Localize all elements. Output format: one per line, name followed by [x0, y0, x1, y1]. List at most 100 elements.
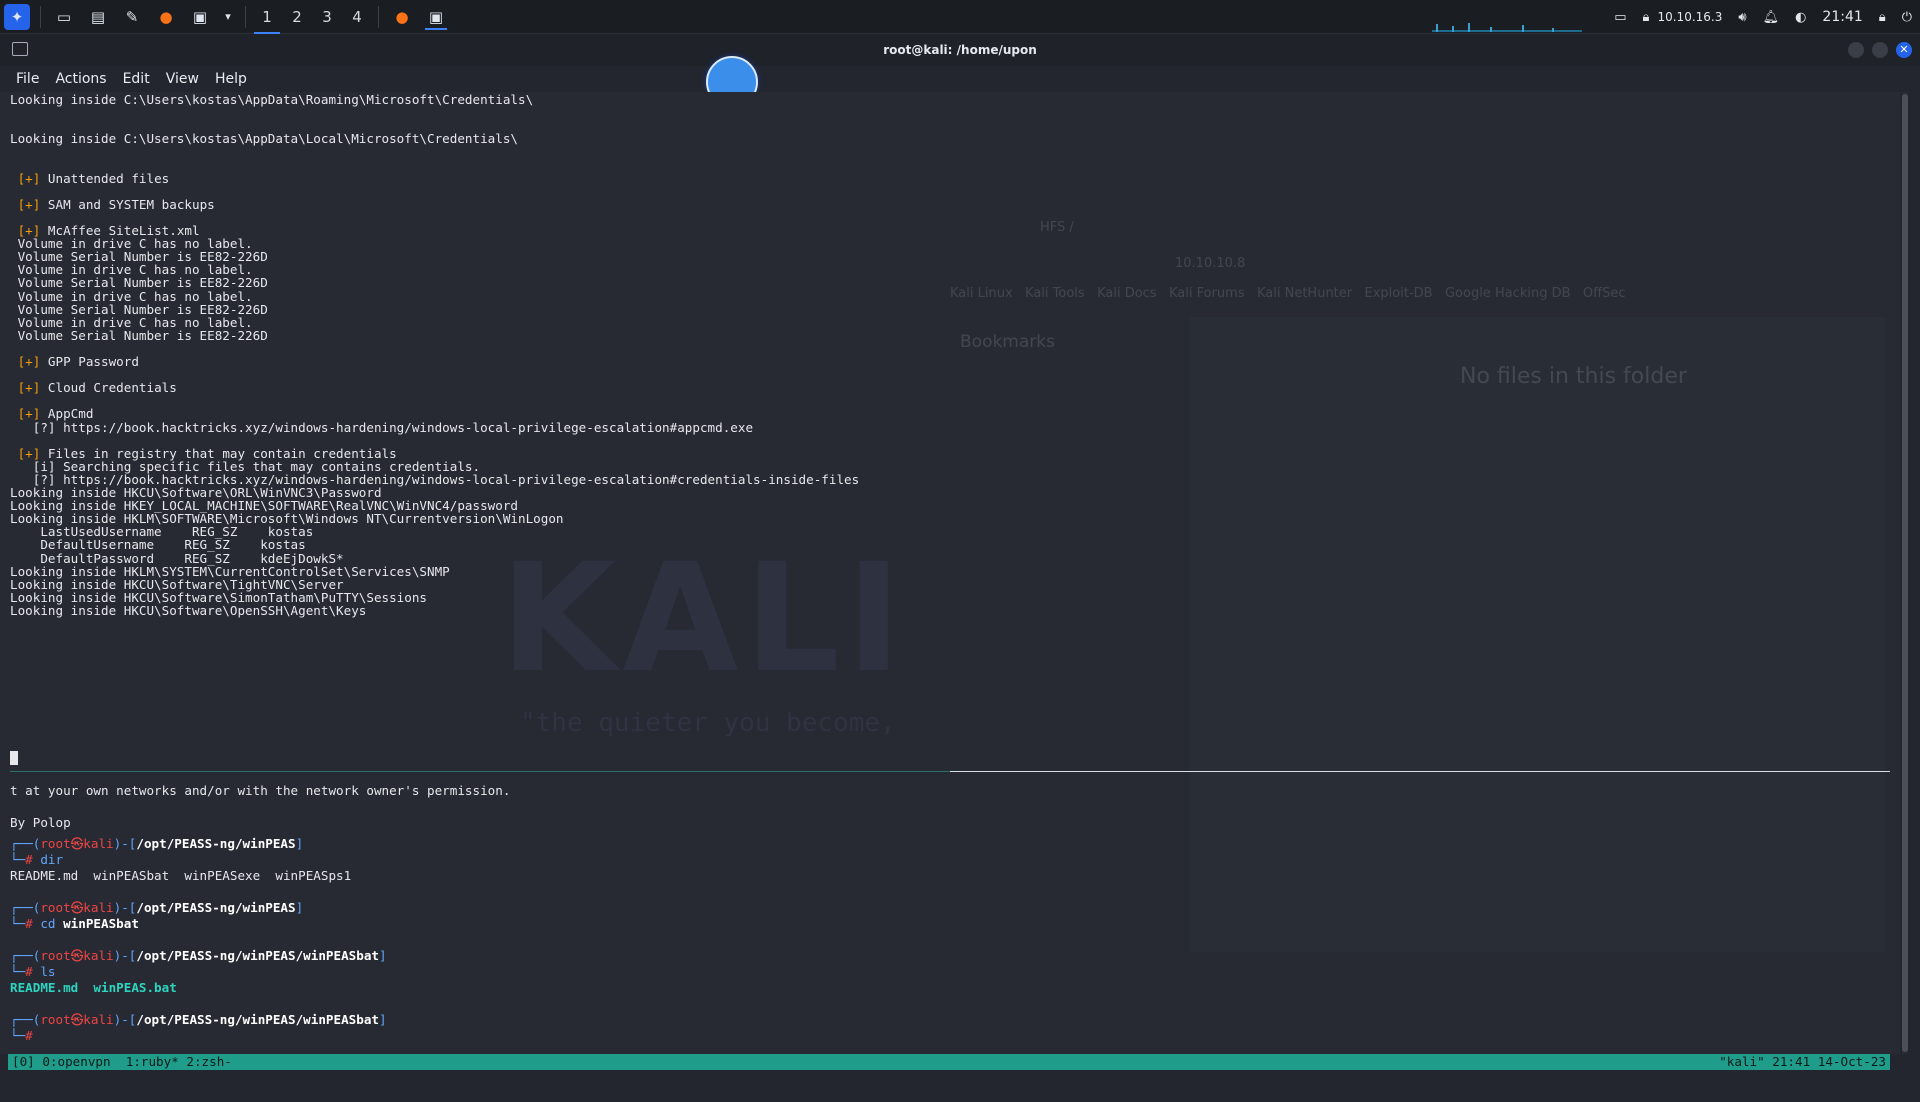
command-line: └─# cd winPEASbat	[10, 916, 139, 932]
terminal-window-icon[interactable]: ▣	[423, 4, 449, 30]
file-manager-icon[interactable]: ▤	[85, 4, 111, 30]
logout-icon[interactable]: ⏻	[1902, 10, 1912, 25]
menu-file[interactable]: File	[8, 71, 47, 87]
menu-edit[interactable]: Edit	[115, 71, 158, 87]
terminal-line: Volume Serial Number is EE82-226D	[10, 328, 268, 344]
menu-actions[interactable]: Actions	[47, 71, 114, 87]
terminal-line: Looking inside C:\Users\kostas\AppData\L…	[10, 131, 518, 147]
terminal-line: [+] Cloud Credentials	[10, 380, 177, 396]
terminal-icon[interactable]: ▣	[187, 4, 213, 30]
prompt-bracket: ┌──(	[10, 900, 41, 915]
prompt-bracket: ┌──(	[10, 1012, 41, 1027]
screen-icon[interactable]: ▭	[1614, 10, 1626, 25]
minimize-button[interactable]	[1848, 42, 1864, 58]
close-button[interactable]: ✕	[1896, 42, 1912, 58]
vpn-lock-icon[interactable]: 🔒︎	[1643, 10, 1650, 25]
terminal-line: [?] https://book.hacktricks.xyz/windows-…	[10, 420, 753, 436]
prompt-bracket: ]	[295, 900, 304, 915]
scrollbar-thumb[interactable]	[1902, 94, 1908, 1052]
taskbar-separator	[40, 5, 41, 28]
workspace-4[interactable]: 4	[342, 0, 372, 34]
status-marker: [+]	[10, 380, 41, 396]
terminal-line: [+] SAM and SYSTEM backups	[10, 197, 215, 213]
taskbar-separator	[245, 5, 246, 28]
terminal-line: Looking inside C:\Users\kostas\AppData\R…	[10, 92, 533, 108]
prompt-user: root	[40, 836, 71, 851]
prompt-path: /opt/PEASS-ng/winPEAS	[136, 836, 296, 851]
prompt-bracket: ┌──(	[10, 836, 41, 851]
prompt-bracket: └─	[10, 964, 26, 979]
ghost-bookmarks-bar: Kali Linux Kali Tools Kali Docs Kali For…	[950, 286, 1626, 301]
terminal-line-text: GPP Password	[40, 354, 139, 369]
prompt-at: ㉿	[70, 948, 84, 963]
terminal-line-text: SAM and SYSTEM backups	[40, 196, 215, 212]
command-text: dir	[40, 852, 64, 867]
workspace-3[interactable]: 3	[312, 0, 342, 34]
terminal-line-text: Unattended files	[40, 170, 170, 186]
command-line: └─# dir	[10, 852, 63, 868]
command-arg: winPEASbat	[63, 916, 139, 931]
prompt-at: ㉿	[70, 900, 84, 915]
taskbar-separator	[378, 5, 379, 28]
prompt-line: ┌──(root㉿kali)-[/opt/PEASS-ng/winPEAS]	[10, 836, 303, 852]
taskbar: ✦ ▭ ▤ ✎ ● ▣ ▾ 1 2 3 4 ● ▣ ▭ 🔒︎ 10.10.16.…	[0, 0, 1920, 34]
prompt-bracket: )-[	[113, 836, 137, 851]
command-output: README.md winPEAS.bat	[10, 980, 177, 995]
wallpaper-quote: "the quieter you become,	[520, 708, 896, 738]
workspace-2[interactable]: 2	[282, 0, 312, 34]
ghost-url: 10.10.10.8	[1175, 256, 1246, 271]
prompt-at: ㉿	[70, 1012, 84, 1027]
terminal-line-text: Looking inside C:\Users\kostas\AppData\R…	[10, 92, 534, 107]
prompt-bracket: └─	[10, 852, 26, 867]
maximize-button[interactable]	[1872, 42, 1888, 58]
command-text: ls	[40, 964, 56, 979]
volume-icon[interactable]: 🔊︎	[1738, 10, 1746, 25]
prompt-bracket: └─	[10, 1028, 26, 1043]
command-output: README.md winPEASbat winPEASexe winPEASp…	[10, 868, 352, 883]
chevron-down-icon[interactable]: ▾	[221, 4, 235, 30]
window-app-icon	[12, 42, 28, 56]
terminal-line-text: Cloud Credentials	[40, 380, 177, 396]
prompt-path: /opt/PEASS-ng/winPEAS/winPEASbat	[136, 948, 380, 963]
ghost-bookmarks-title: Bookmarks	[960, 332, 1055, 352]
text-editor-icon[interactable]: ✎	[119, 4, 145, 30]
menubar: File Actions Edit View Help	[0, 66, 1920, 92]
tmux-status-right: "kali" 21:41 14-Oct-23	[1719, 1054, 1886, 1069]
terminal-area[interactable]: KALI "the quieter you become, HFS / 10.1…	[0, 92, 1900, 1054]
workspace-1[interactable]: 1	[252, 0, 282, 34]
firefox-window-icon[interactable]: ●	[389, 4, 415, 30]
status-marker: [+]	[10, 354, 41, 369]
prompt-host: kali	[83, 900, 114, 915]
cpu-graph	[1432, 23, 1582, 32]
terminal-line-text: Volume Serial Number is EE82-226D	[10, 327, 268, 343]
notification-bell-icon[interactable]: 🔔︎	[1763, 10, 1780, 25]
system-tray: ▭ 🔒︎ 10.10.16.3 🔊︎ 🔔︎ ◐ 21:41 🔒︎ ⏻	[1606, 0, 1920, 34]
command-line: └─# ls	[10, 964, 56, 980]
prompt-host: kali	[83, 836, 114, 851]
ghost-tab: HFS /	[1040, 220, 1074, 235]
prompt-line: ┌──(root㉿kali)-[/opt/PEASS-ng/winPEAS/wi…	[10, 1012, 387, 1028]
ghost-empty-folder: No files in this folder	[1460, 364, 1687, 389]
tmux-window-list[interactable]: [0] 0:openvpn 1:ruby* 2:zsh-	[12, 1054, 232, 1070]
tmux-pane-divider[interactable]	[10, 771, 1890, 772]
terminal-line: [+] GPP Password	[10, 354, 139, 370]
prompt-bracket: )-[	[113, 948, 137, 963]
prompt-user: root	[40, 1012, 71, 1027]
kali-menu-icon[interactable]: ✦	[4, 3, 30, 30]
menu-view[interactable]: View	[158, 71, 207, 87]
show-desktop-icon[interactable]: ▭	[51, 4, 77, 30]
window-title: root@kali: /home/upon	[883, 43, 1037, 57]
terminal-line: By Polop	[10, 815, 71, 830]
power-status-icon[interactable]: ◐	[1795, 10, 1806, 25]
lock-screen-icon[interactable]: 🔒︎	[1879, 10, 1886, 25]
prompt-hash: #	[25, 852, 41, 867]
prompt-at: ㉿	[70, 836, 84, 851]
menu-help[interactable]: Help	[207, 71, 255, 87]
wallpaper-kali-logo: KALI	[500, 532, 908, 706]
prompt-line: ┌──(root㉿kali)-[/opt/PEASS-ng/winPEAS/wi…	[10, 948, 387, 964]
terminal-line-text: [?] https://book.hacktricks.xyz/windows-…	[10, 419, 754, 435]
firefox-icon[interactable]: ●	[153, 4, 179, 30]
status-marker: [+]	[10, 196, 41, 212]
prompt-hash: #	[25, 916, 41, 931]
clock[interactable]: 21:41	[1822, 9, 1862, 25]
